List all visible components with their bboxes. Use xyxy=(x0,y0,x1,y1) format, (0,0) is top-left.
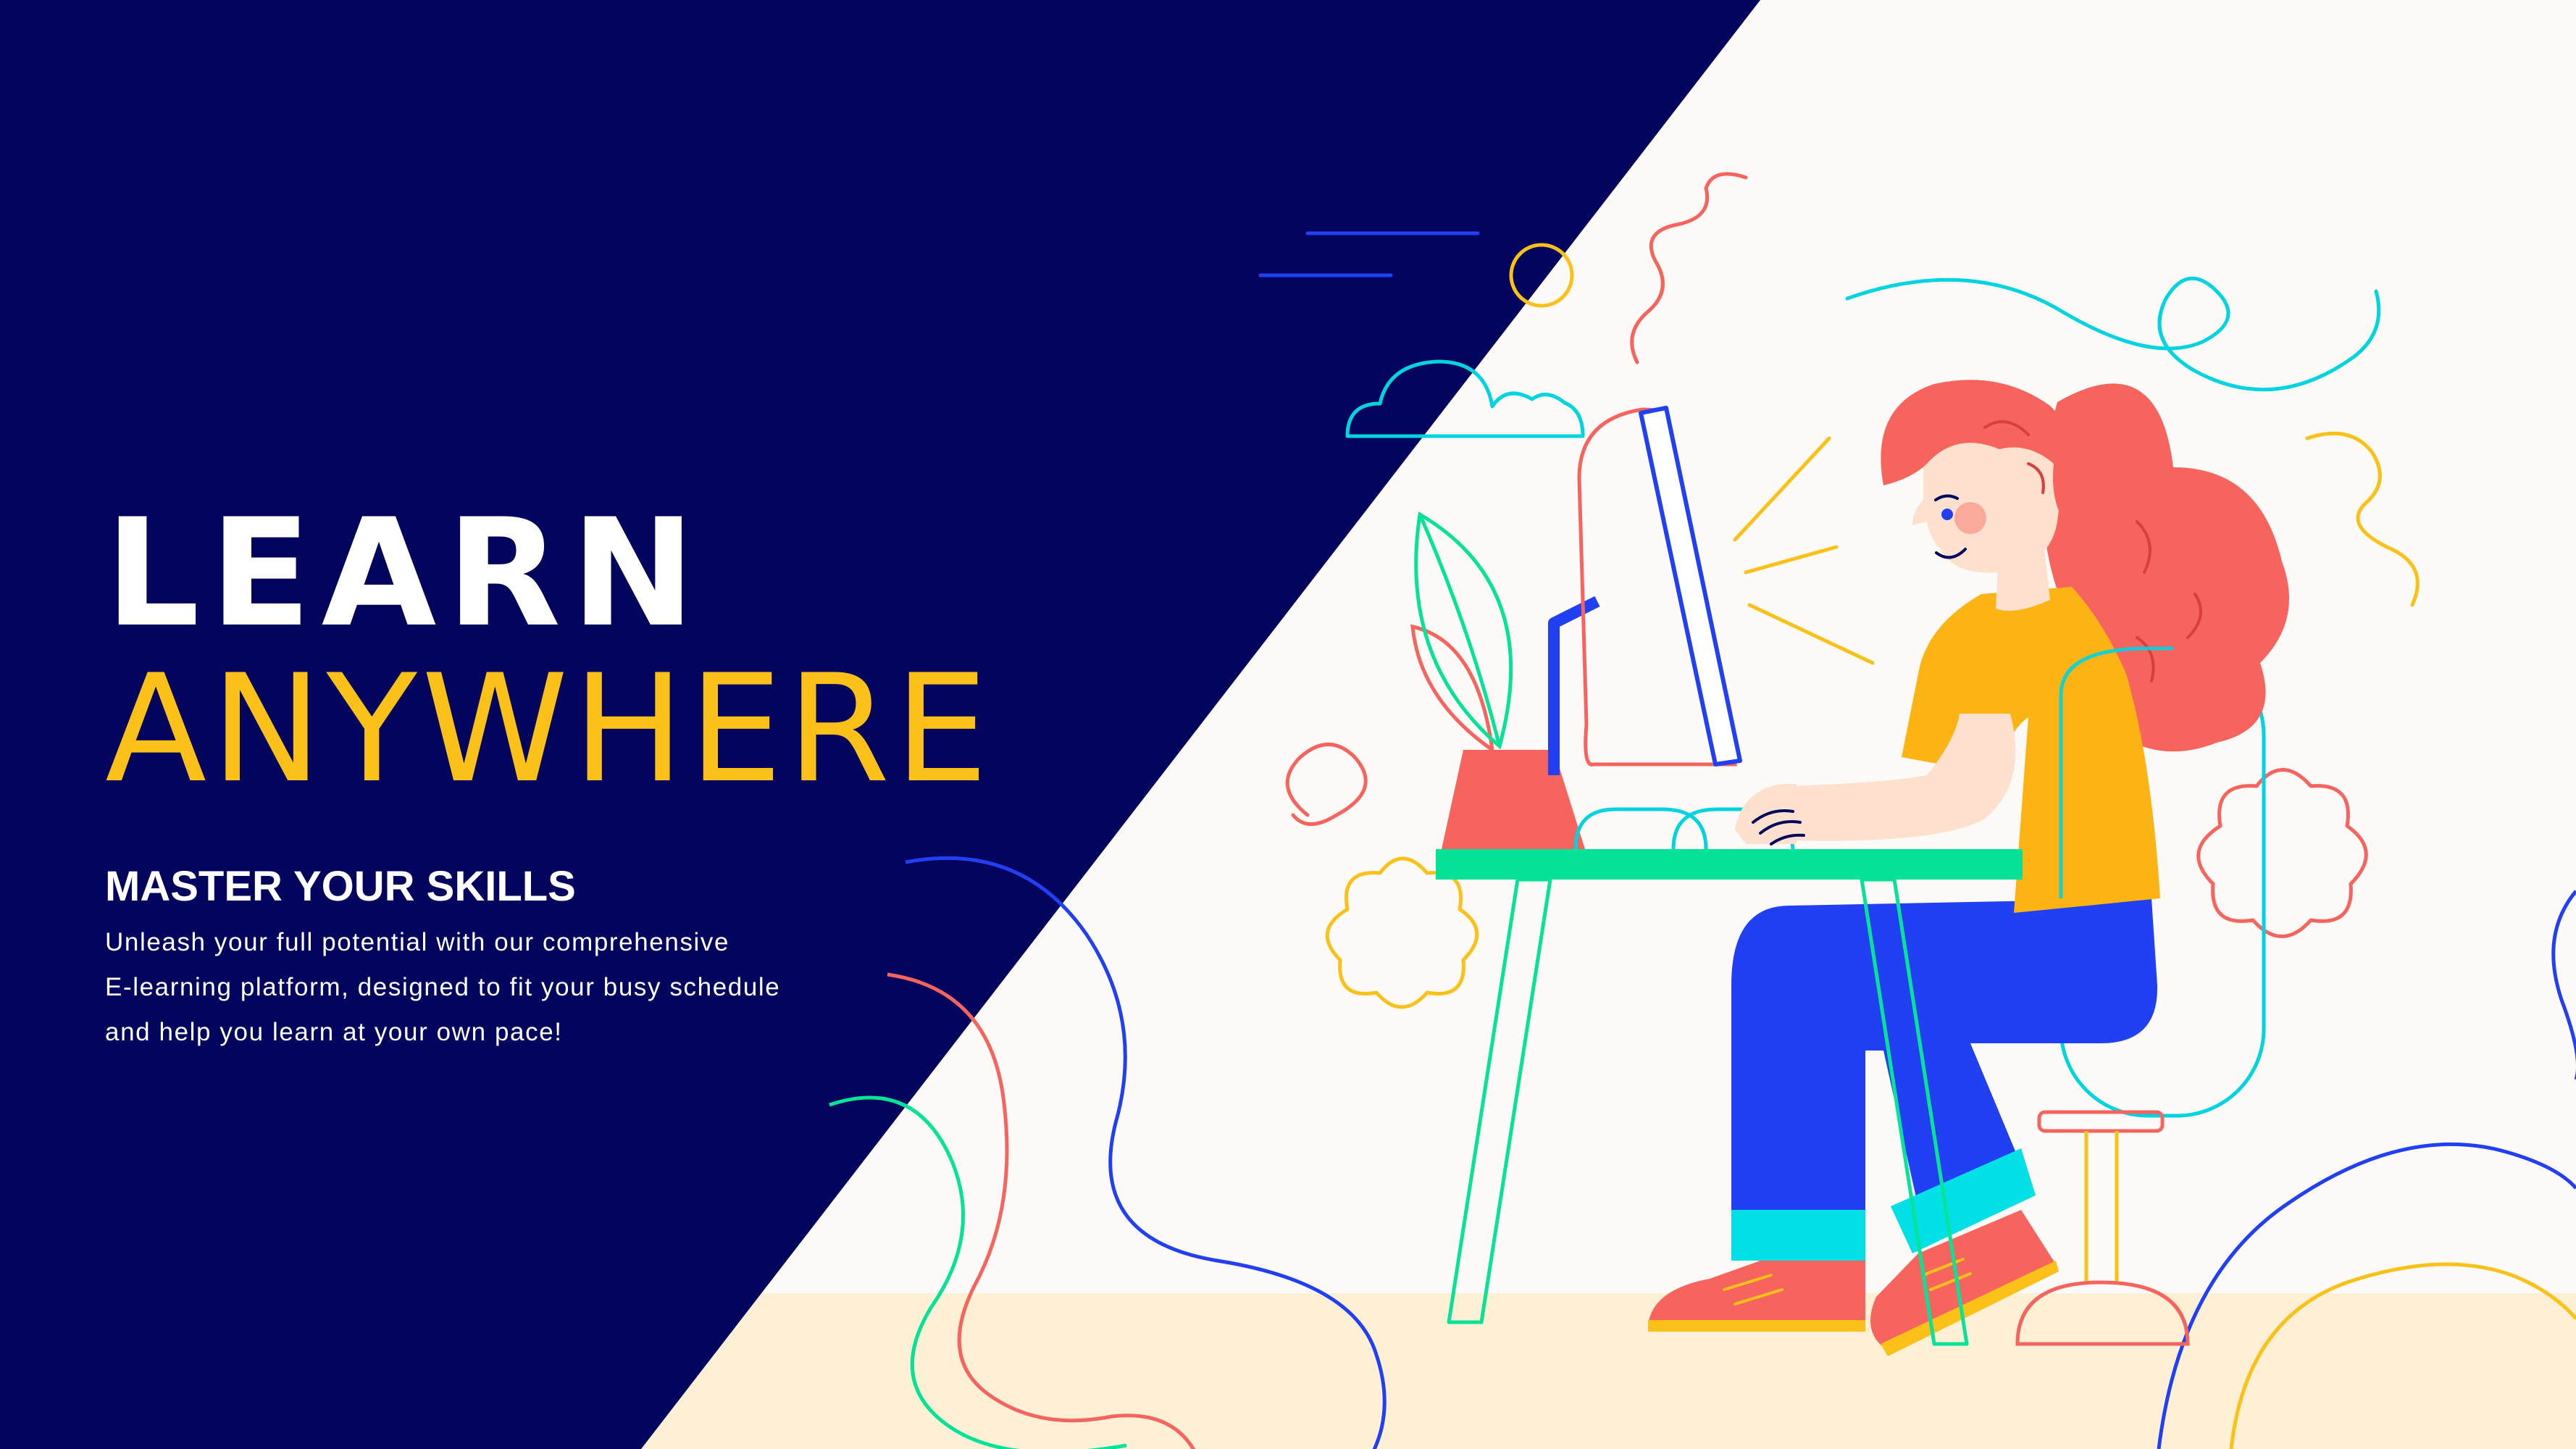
description-line-3: and help you learn at your own pace! xyxy=(105,1018,563,1046)
hero-banner: LEARN ANYWHERE MASTER YOUR SKILLS Unleas… xyxy=(0,0,2576,1449)
hero-description: Unleash your full potential with our com… xyxy=(105,920,873,1055)
headline-anywhere: ANYWHERE xyxy=(105,643,993,816)
headline-learn: LEARN xyxy=(105,488,706,660)
description-line-1: Unleash your full potential with our com… xyxy=(105,928,730,956)
subheading-master-skills: MASTER YOUR SKILLS xyxy=(105,863,576,910)
description-line-2: E-learning platform, designed to fit you… xyxy=(105,973,781,1001)
